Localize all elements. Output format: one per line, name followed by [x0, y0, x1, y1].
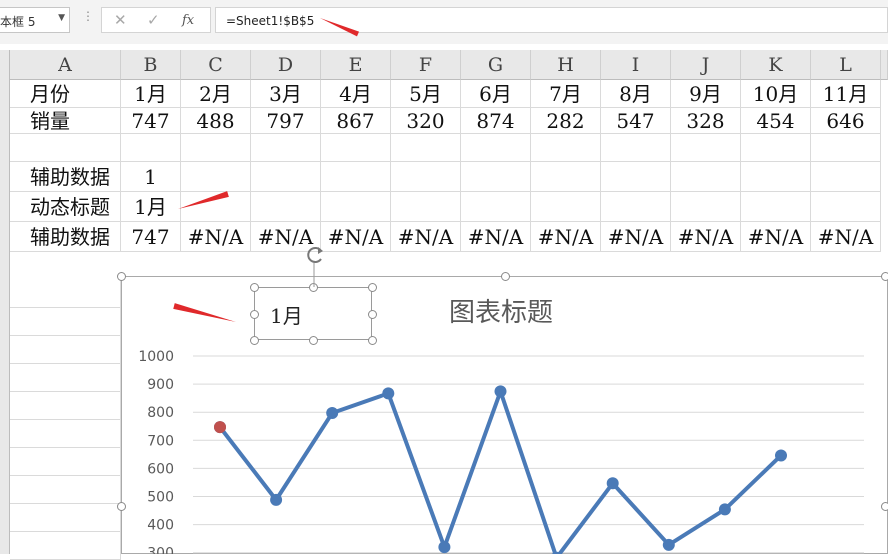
arrow-textbox — [173, 303, 236, 322]
rotate-arrowhead — [318, 247, 323, 254]
arrow-formula — [320, 18, 359, 36]
overlay-svg — [0, 0, 888, 554]
arrow-dynamic-title-cell — [178, 191, 229, 209]
